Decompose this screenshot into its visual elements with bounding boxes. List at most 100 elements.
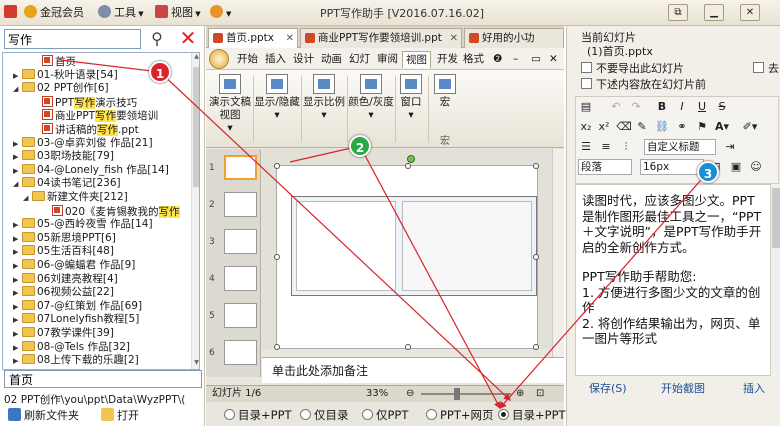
slide-canvas[interactable] <box>274 163 539 350</box>
slide-thumbnail[interactable] <box>224 266 257 291</box>
search-icon[interactable]: ⚲ <box>147 29 167 49</box>
resize-handle[interactable] <box>274 254 280 260</box>
restore-button[interactable]: ⧉ <box>668 4 688 21</box>
rotate-handle[interactable] <box>407 155 415 163</box>
expand-toggle-icon[interactable]: ▶ <box>13 246 22 259</box>
slide-thumbnail[interactable] <box>224 303 257 328</box>
tab-slideshow[interactable]: 幻灯 <box>346 51 373 68</box>
zoom-slider-knob[interactable] <box>454 388 460 400</box>
zoom-slider[interactable] <box>421 393 511 395</box>
tree-folder[interactable]: ◢ 新建文件夹[212] <box>23 191 128 204</box>
expand-toggle-icon[interactable]: ◢ <box>13 178 22 191</box>
slide-description-editor[interactable]: 读图时代，应该多图少文。PPT是制作图形最佳工具之一，“PPT＋文字说明”，是P… <box>575 184 771 376</box>
view-menu[interactable]: 视图 ▼ <box>155 4 201 22</box>
tree-file[interactable]: 020《麦肯锡教我的写作 <box>43 204 180 218</box>
slide-thumbnail[interactable] <box>224 229 257 254</box>
tree-file[interactable]: 商业PPT写作要领培训 <box>33 109 158 123</box>
insert-image-button[interactable]: 插入 <box>743 380 765 396</box>
tree-folder[interactable]: ▶ 01-秋叶语录[54] <box>13 68 118 82</box>
window-button[interactable]: 窗口 ▾ <box>396 74 426 144</box>
doc-tab-useful[interactable]: 好用的小功 <box>464 28 564 48</box>
underline-icon[interactable]: U <box>694 99 710 115</box>
start-capture-button[interactable]: 开始截图 <box>661 380 705 396</box>
radio-ppt-web[interactable]: PPT+网页 <box>426 407 494 423</box>
undo-icon[interactable]: ↶ <box>608 99 624 115</box>
tab-design[interactable]: 设计 <box>290 51 317 68</box>
scroll-down-icon[interactable]: ▼ <box>192 359 199 369</box>
radio-ppt-only[interactable]: 仅PPT <box>362 407 408 423</box>
tree-folder[interactable]: ▶ 07-@红策划 作品[69] <box>13 299 142 314</box>
expand-toggle-icon[interactable]: ▶ <box>13 342 22 355</box>
doc-tab-home[interactable]: 首页.pptx ✕ <box>208 28 298 48</box>
help-icon[interactable]: ❷ <box>490 51 505 68</box>
tree-folder[interactable]: ▶ 07教学课件[39] <box>13 327 114 340</box>
minimize-button[interactable]: ▁ <box>704 4 724 21</box>
unlink-icon[interactable]: ⚭ <box>674 119 690 135</box>
resize-handle[interactable] <box>405 344 411 350</box>
tree-folder[interactable]: ▶ 08上传下载的乐趣[2] <box>13 354 139 367</box>
font-size-select[interactable]: 16px <box>640 159 704 175</box>
radio-toc-only[interactable]: 仅目录 <box>300 407 349 423</box>
tab-animation[interactable]: 动画 <box>318 51 345 68</box>
slide-thumbnail[interactable] <box>224 192 257 217</box>
slide-thumbnail[interactable] <box>224 155 257 180</box>
indent-icon[interactable]: ⇥ <box>722 139 738 155</box>
expand-toggle-icon[interactable]: ▶ <box>13 165 22 178</box>
tree-folder[interactable]: ▶ 06视频公益[22] <box>13 286 114 299</box>
tools-menu[interactable]: 工具 ▼ <box>98 4 144 22</box>
tab-developer[interactable]: 开发 <box>434 51 461 68</box>
redo-icon[interactable]: ↷ <box>628 99 644 115</box>
tab-home[interactable]: 开始 <box>234 51 261 68</box>
tree-folder[interactable]: ◢ 04读书笔记[236] <box>13 177 121 190</box>
close-tab-icon[interactable]: ✕ <box>450 29 458 48</box>
expand-toggle-icon[interactable]: ▶ <box>13 355 22 368</box>
expand-toggle-icon[interactable]: ▶ <box>13 260 22 273</box>
expand-toggle-icon[interactable]: ▶ <box>13 301 22 314</box>
tree-folder[interactable]: ▶ 05-@西岭夜雪 作品[14] <box>13 218 153 231</box>
zoom-button[interactable]: 显示比例 ▾ <box>302 74 346 144</box>
presentation-views-button[interactable]: 演示文稿视图 ▾ <box>208 74 252 144</box>
align-icon[interactable]: ⫶ <box>618 139 634 155</box>
fit-window-icon[interactable]: ⊡ <box>536 386 544 402</box>
resize-handle[interactable] <box>405 163 411 169</box>
tree-folder[interactable]: ▶ 05新思境PPT[6] <box>13 231 116 246</box>
expand-toggle-icon[interactable]: ▶ <box>13 328 22 341</box>
tree-file[interactable]: 讲话稿的写作.ppt <box>33 123 139 136</box>
subscript-icon[interactable]: x₂ <box>578 119 594 135</box>
tree-folder[interactable]: ◢ 02 PPT创作[6] <box>13 82 109 95</box>
tab-view[interactable]: 视图 <box>402 51 431 68</box>
resize-handle[interactable] <box>274 344 280 350</box>
clear-search-icon[interactable]: ✕ <box>178 27 198 49</box>
tree-folder[interactable]: ▶ 06-@蝙蝠君 作品[9] <box>13 259 135 272</box>
expand-toggle-icon[interactable]: ▶ <box>13 314 22 327</box>
editor-scrollbar[interactable] <box>771 184 780 376</box>
app-menu-icon[interactable] <box>4 4 20 22</box>
radio-toc-ppt[interactable]: 目录+PPT <box>224 407 292 423</box>
zoom-out-icon[interactable]: ⊖ <box>406 386 414 402</box>
tree-file[interactable]: 首页 <box>33 55 76 68</box>
save-button[interactable]: 保存(S) <box>589 380 627 396</box>
resize-handle[interactable] <box>533 163 539 169</box>
resize-handle[interactable] <box>274 163 280 169</box>
restore-ribbon-icon[interactable]: ▭ <box>528 51 544 68</box>
paragraph-format-select[interactable]: 段落 <box>578 159 632 175</box>
office-button-icon[interactable] <box>209 49 229 69</box>
place-before-slide-checkbox[interactable]: 下述内容放在幻灯片前 <box>581 76 706 92</box>
emoticon-icon[interactable]: ☺ <box>748 159 764 175</box>
expand-toggle-icon[interactable]: ◢ <box>13 83 22 96</box>
expand-toggle-icon[interactable]: ◢ <box>23 192 32 205</box>
search-input[interactable] <box>4 29 141 49</box>
strikethrough-icon[interactable]: S <box>714 99 730 115</box>
show-hide-button[interactable]: 显示/隐藏 ▾ <box>254 74 300 144</box>
slide-screenshot-image[interactable] <box>291 196 537 296</box>
expand-toggle-icon[interactable]: ▶ <box>13 151 22 164</box>
tree-folder[interactable]: ▶ 04-@Lonely_fish 作品[14] <box>13 163 169 178</box>
expand-toggle-icon[interactable]: ▶ <box>13 233 22 246</box>
tree-folder[interactable]: ▶ 06刘建亮教程[4] <box>13 272 118 286</box>
color-grayscale-button[interactable]: 颜色/灰度 ▾ <box>348 74 394 144</box>
page-name-field[interactable] <box>4 370 202 388</box>
link-icon[interactable]: ⛓ <box>654 119 670 135</box>
italic-icon[interactable]: I <box>674 99 690 115</box>
skip-export-checkbox[interactable]: 不要导出此幻灯片 <box>581 60 684 76</box>
tab-format[interactable]: 格式 <box>460 51 487 68</box>
